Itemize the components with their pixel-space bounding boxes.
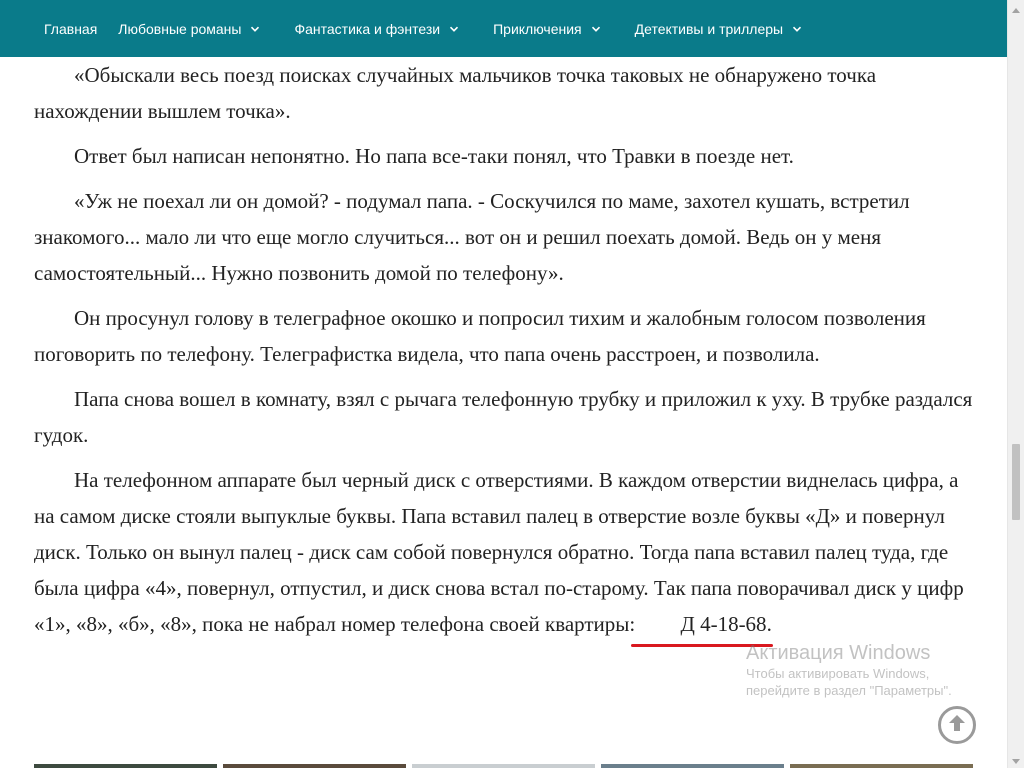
scrollbar-thumb[interactable]	[1012, 444, 1020, 520]
chevron-down-icon	[250, 24, 260, 34]
triangle-up-icon	[1012, 0, 1020, 18]
chevron-down-icon	[449, 24, 459, 34]
red-underline	[630, 644, 773, 647]
chevron-down-icon	[792, 24, 802, 34]
nav-item-home[interactable]: Главная	[44, 21, 97, 37]
scroll-to-top-button[interactable]	[938, 706, 976, 744]
phone-number: Д 4-18-68	[630, 606, 773, 647]
watermark-line: перейдите в раздел "Параметры".	[746, 683, 952, 698]
chevron-down-icon	[591, 24, 601, 34]
paragraph: «Уж не поехал ли он домой? - подумал пап…	[34, 189, 910, 285]
nav-item-label: Любовные романы	[118, 20, 242, 37]
paragraph-end: .	[766, 612, 772, 636]
nav-item-adventure[interactable]: Приключения	[493, 21, 601, 37]
nav-item-fantasy[interactable]: Фантастика и фэнтези	[294, 21, 459, 37]
triangle-down-icon	[1012, 751, 1020, 769]
thumbnail-image[interactable]	[223, 764, 406, 768]
arrow-up-circle-icon	[946, 712, 968, 739]
thumbnail-image[interactable]	[34, 764, 217, 768]
paragraph: Папа снова вошел в комнату, взял с рычаг…	[34, 387, 973, 447]
nav-item-label: Главная	[44, 20, 98, 37]
thumbnail-image[interactable]	[790, 764, 973, 768]
thumbnail-image[interactable]	[601, 764, 784, 768]
scroll-up-button[interactable]	[1008, 0, 1024, 17]
scroll-down-button[interactable]	[1008, 751, 1024, 768]
watermark-line: Чтобы активировать Windows,	[746, 666, 930, 681]
paragraph: На телефонном аппарате был черный диск с…	[34, 462, 980, 647]
phone-number-text: Д 4-18-68	[680, 612, 767, 636]
vertical-scrollbar[interactable]	[1007, 0, 1024, 768]
nav-item-label: Фантастика и фэнтези	[294, 20, 441, 37]
article-body: «Обыскали весь поезд поисках случайных м…	[34, 57, 980, 651]
image-strip	[34, 764, 973, 768]
paragraph-text: На телефонном аппарате был черный диск с…	[34, 468, 964, 636]
nav-item-label: Детективы и триллеры	[634, 20, 784, 37]
paragraph: «Обыскали весь поезд поисках случайных м…	[34, 63, 877, 123]
nav-item-detective[interactable]: Детективы и триллеры	[635, 21, 802, 37]
nav-item-romance[interactable]: Любовные романы	[118, 21, 260, 37]
paragraph: Ответ был написан непонятно. Но папа все…	[74, 144, 794, 168]
thumbnail-image[interactable]	[412, 764, 595, 768]
top-navigation: Главная Любовные романы Фантастика и фэн…	[0, 0, 1007, 57]
paragraph: Он просунул голову в телеграфное окошко …	[34, 306, 926, 366]
nav-item-label: Приключения	[493, 20, 582, 37]
